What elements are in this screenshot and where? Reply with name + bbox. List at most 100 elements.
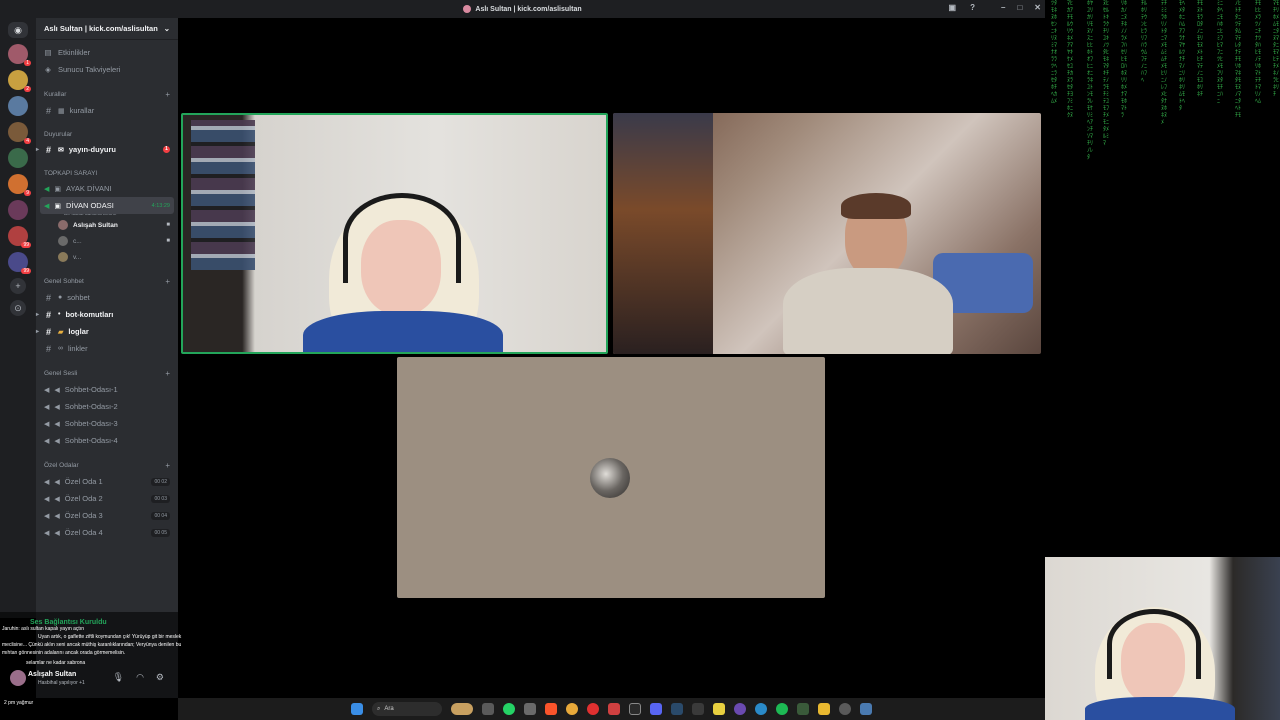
windows-start-icon[interactable] [351,703,363,715]
server-icon[interactable] [8,96,28,116]
channel-label: DİVAN ODASI [66,201,114,210]
add-channel-icon[interactable]: + [165,277,170,286]
person-shirt [303,311,503,352]
app-icon[interactable] [860,703,872,715]
video-tile-participant[interactable] [613,113,1041,354]
spotify-icon[interactable] [776,703,788,715]
steam-icon[interactable] [671,703,683,715]
minimize-button[interactable]: – [1001,3,1005,12]
speaker-icon: ◀ [44,437,50,445]
channel-label: Sohbet-Odası-3 [64,419,118,428]
explore-servers-icon[interactable]: ⊙ [10,300,26,316]
announcement-icon: ✉ [58,146,64,154]
widgets-icon[interactable] [451,703,473,715]
channel-kurallar[interactable]: # ▦ kurallar [36,102,178,119]
calculator-icon[interactable] [692,703,704,715]
close-button[interactable]: ✕ [1034,3,1041,12]
speaker-icon: ◀ [44,386,50,394]
channel-label: Özel Oda 4 [64,528,103,537]
taskbar: ⌕ Ara [178,698,1045,720]
channel-label: sohbet [67,293,90,302]
add-channel-icon[interactable]: + [165,461,170,470]
events-item[interactable]: ▤ Etkinlikler [36,44,178,61]
avatar[interactable] [10,670,26,686]
channel-label: linkler [68,344,88,353]
user-limit-badge: 00 02 [151,477,170,486]
voice-member[interactable]: c... ■ [36,233,178,249]
category-duyurular[interactable]: Duyurular [36,119,178,141]
channel-ozel-oda-4[interactable]: ◀ ◀ Özel Oda 4 00 05 [36,524,178,541]
store-icon[interactable] [524,703,536,715]
server-icon[interactable]: 9 [8,174,31,196]
channel-divan-odasi[interactable]: ◀ ▣ DİVAN ODASI 4:13:29 [40,197,174,214]
inbox-icon[interactable]: ▣ [949,3,957,12]
app-icon[interactable] [734,703,746,715]
channel-sohbet-odasi-1[interactable]: ◀ ◀ Sohbet-Odası-1 [36,381,178,398]
headphones-icon[interactable]: ◠ [136,672,144,683]
channel-sohbet-odasi-2[interactable]: ◀ ◀ Sohbet-Odası-2 [36,398,178,415]
server-icon[interactable]: 4 [8,122,31,144]
obs-icon[interactable] [629,703,641,715]
volume-icon: ◀ [54,529,60,537]
channel-sohbet-odasi-4[interactable]: ◀ ◀ Sohbet-Odası-4 [36,432,178,449]
server-icon[interactable]: 1 [8,44,31,66]
category-genel-sesli[interactable]: Genel Sesli + [36,357,178,381]
settings-icon[interactable] [839,703,851,715]
video-tile-aslisah[interactable] [181,113,608,354]
server-icon[interactable]: 99 [8,252,31,274]
add-channel-icon[interactable]: + [165,90,170,99]
voice-member[interactable]: Aslışah Sultan ■ [36,217,178,233]
server-icon[interactable] [8,200,28,220]
app-icon[interactable] [797,703,809,715]
server-icon[interactable]: 2 [8,70,31,92]
brave-icon[interactable] [545,703,557,715]
voice-member[interactable]: v... [36,249,178,265]
category-ozel-odalar[interactable]: Özel Odalar + [36,449,178,473]
category-topkapi[interactable]: TOPKAPI SARAYI [36,158,178,180]
notes-icon[interactable] [713,703,725,715]
channel-ozel-oda-3[interactable]: ◀ ◀ Özel Oda 3 00 04 [36,507,178,524]
chrome-icon[interactable] [566,703,578,715]
chat-overlay-line: Jaruhin: aslı sultan kapalı yayın açtın [2,626,84,632]
category-kurallar[interactable]: Kurallar + [36,78,178,102]
channel-ayak-divani[interactable]: ◀ ▣ AYAK DİVANI [36,180,178,197]
avatar [58,236,68,246]
app-icon[interactable] [608,703,620,715]
channel-sohbet[interactable]: # ● sohbet [36,289,178,306]
server-boosts-item[interactable]: ◈ Sunucu Takviyeleri [36,61,178,78]
edge-icon[interactable] [755,703,767,715]
whatsapp-icon[interactable] [503,703,515,715]
maximize-button[interactable]: □ [1017,3,1022,12]
streamer-webcam [1045,557,1280,720]
volume-icon: ◀ [54,403,60,411]
channel-yayin-duyuru[interactable]: ▸ # ✉ yayın-duyuru 1 [36,141,178,158]
volume-icon: ◀ [54,495,60,503]
server-header[interactable]: Aslı Sultan | kick.com/aslisultan ⌄ [36,18,178,40]
file-explorer-icon[interactable] [818,703,830,715]
add-channel-icon[interactable]: + [165,369,170,378]
gear-icon[interactable]: ⚙ [156,672,164,683]
microphone-icon[interactable]: 🎙︎ [113,672,124,683]
member-name: Aslışah Sultan [73,221,118,229]
user-panel: Ses Bağlantısı Kuruldu Jaruhin: aslı sul… [0,612,181,698]
server-icon[interactable]: 99 [8,226,31,248]
channel-loglar[interactable]: ▸ # ▰ loglar [36,323,178,340]
chat-overlay-line: selamlar ne kadar sabrona [26,660,86,666]
avatar [58,220,68,230]
add-server-icon[interactable]: + [10,278,26,294]
opera-icon[interactable] [587,703,599,715]
user-limit-badge: 00 04 [151,511,170,520]
discord-icon[interactable] [650,703,662,715]
channel-ozel-oda-1[interactable]: ◀ ◀ Özel Oda 1 00 02 [36,473,178,490]
channel-bot-komutlari[interactable]: ▸ # • bot-komutları [36,306,178,323]
server-icon[interactable] [8,148,28,168]
taskbar-search[interactable]: ⌕ Ara [372,702,442,716]
channel-label: yayın-duyuru [68,145,116,154]
discord-home-icon[interactable]: ◉ [8,22,28,38]
channel-linkler[interactable]: # ∞ linkler [36,340,178,357]
help-icon[interactable]: ? [970,3,975,12]
channel-ozel-oda-2[interactable]: ◀ ◀ Özel Oda 2 00 03 [36,490,178,507]
category-genel-sohbet[interactable]: Genel Sohbet + [36,265,178,289]
channel-sohbet-odasi-3[interactable]: ◀ ◀ Sohbet-Odası-3 [36,415,178,432]
task-view-icon[interactable] [482,703,494,715]
